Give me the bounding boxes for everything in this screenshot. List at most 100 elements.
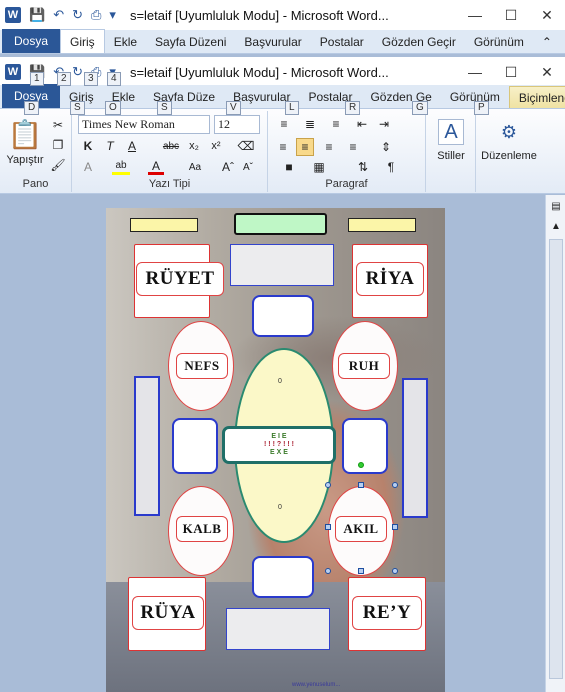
editing-button[interactable]: Düzenleme xyxy=(476,149,542,163)
document-page[interactable]: RÜYET RİYA NEFS RUH 0 0 E I E ! ! ! ? ! … xyxy=(106,208,445,692)
undo-icon[interactable]: ↶ xyxy=(53,7,64,23)
tab-dosya[interactable]: Dosya xyxy=(2,29,61,53)
resize-handle[interactable] xyxy=(325,568,331,574)
format-painter-icon[interactable]: 🖌 xyxy=(50,157,66,173)
tab-sayfa-duzeni[interactable]: Sayfa Düzeni xyxy=(146,31,235,53)
numbering-icon[interactable]: ≣ xyxy=(300,116,320,132)
superscript-icon[interactable]: x² xyxy=(208,138,224,154)
rotation-handle[interactable] xyxy=(358,462,364,468)
label-ruya[interactable]: RÜYA xyxy=(132,596,204,630)
footer-link[interactable]: www.yenuselum... xyxy=(292,682,340,688)
align-left-icon[interactable]: ≡ xyxy=(274,138,292,156)
scroll-up-icon[interactable]: ▲ xyxy=(549,221,563,235)
label-riya[interactable]: RİYA xyxy=(356,262,424,296)
vertical-scrollbar[interactable]: ▤ ▲ xyxy=(545,195,565,692)
ruler-toggle-icon[interactable]: ▤ xyxy=(549,201,563,215)
paste-icon[interactable]: 📋 xyxy=(8,117,43,151)
align-right-icon[interactable]: ≡ xyxy=(320,138,338,156)
minimize-button-2[interactable]: — xyxy=(457,57,493,87)
change-case-icon[interactable]: Aa xyxy=(184,159,206,175)
label-kalb[interactable]: KALB xyxy=(176,516,228,542)
grow-font-icon[interactable]: Aˆ xyxy=(220,159,236,175)
collapse-ribbon-icon[interactable]: ⌃ xyxy=(533,31,561,53)
text-effects-icon[interactable]: A xyxy=(80,159,96,175)
tab-gorunum[interactable]: Görünüm xyxy=(465,31,533,53)
resize-handle[interactable] xyxy=(325,482,331,488)
bold-icon[interactable]: K xyxy=(80,138,96,154)
word-app-icon-2[interactable]: W xyxy=(5,64,21,80)
resize-handle[interactable] xyxy=(325,524,331,530)
label-akil[interactable]: AKIL xyxy=(335,516,387,542)
bullets-icon[interactable]: ≡ xyxy=(274,116,294,132)
save-icon[interactable]: 💾 xyxy=(29,7,45,23)
tab-basvurular[interactable]: Başvurular xyxy=(235,31,310,53)
group-label-paragraf: Paragraf xyxy=(325,178,368,190)
bottom-gray-box[interactable] xyxy=(226,608,330,650)
font-size-combo[interactable]: 12 xyxy=(214,115,260,134)
word-app-icon[interactable]: W xyxy=(5,7,21,23)
tab-gozden-gecir[interactable]: Gözden Geçir xyxy=(373,31,465,53)
left-vertical-bar[interactable] xyxy=(134,376,160,516)
close-button[interactable]: ✕ xyxy=(529,0,565,30)
left-mid-box[interactable] xyxy=(172,418,218,474)
resize-handle[interactable] xyxy=(358,568,364,574)
tab-bicimlendir[interactable]: Biçimlendir xyxy=(508,86,565,108)
tab-postalar[interactable]: Postalar xyxy=(311,31,373,53)
right-vertical-bar[interactable] xyxy=(402,378,428,518)
top-green-box[interactable] xyxy=(234,213,327,235)
top-blue-box[interactable] xyxy=(252,295,314,337)
subscript-icon[interactable]: x₂ xyxy=(186,138,202,154)
highlight-icon[interactable]: ab xyxy=(112,159,130,175)
show-marks-icon[interactable]: ¶ xyxy=(382,159,400,175)
styles-icon[interactable]: A xyxy=(438,119,464,145)
font-color-icon[interactable]: A xyxy=(148,159,164,175)
label-ruyet[interactable]: RÜYET xyxy=(136,262,224,296)
tab-ekle[interactable]: Ekle xyxy=(105,31,146,53)
decrease-indent-icon[interactable]: ⇤ xyxy=(354,116,370,132)
group-duzenleme: ⚙ Düzenleme xyxy=(476,111,542,192)
tab-giris[interactable]: Giriş xyxy=(60,29,105,53)
line-spacing-icon[interactable]: ⇕ xyxy=(376,138,396,156)
redo-icon[interactable]: ↻ xyxy=(72,7,83,23)
resize-handle[interactable] xyxy=(392,524,398,530)
cut-icon[interactable]: ✂ xyxy=(50,117,66,133)
borders-icon[interactable]: ▦ xyxy=(310,159,328,175)
increase-indent-icon[interactable]: ⇥ xyxy=(376,116,392,132)
paste-button[interactable]: Yapıştır xyxy=(2,153,48,167)
shading-icon[interactable]: ■ xyxy=(280,159,298,175)
customize-qat-icon[interactable]: ▾ xyxy=(109,7,116,23)
resize-handle[interactable] xyxy=(358,482,364,488)
redo-icon-2[interactable]: ↻ xyxy=(72,64,83,80)
print-icon[interactable]: ⎙ xyxy=(91,7,101,23)
tab-gozden-gecir-2[interactable]: Gözden Ge xyxy=(361,86,440,108)
label-rey[interactable]: RE’Y xyxy=(352,596,422,630)
minimize-button[interactable]: — xyxy=(457,0,493,30)
resize-handle[interactable] xyxy=(392,568,398,574)
underline-icon[interactable]: A xyxy=(124,138,140,154)
scroll-thumb[interactable] xyxy=(549,239,563,679)
right-mid-box[interactable] xyxy=(342,418,388,474)
shrink-font-icon[interactable]: Aˇ xyxy=(240,159,256,175)
maximize-button-2[interactable]: ☐ xyxy=(493,57,529,87)
close-button-2[interactable]: ✕ xyxy=(529,57,565,87)
help-icon[interactable]: ❓ xyxy=(561,31,565,53)
bottom-blue-box[interactable] xyxy=(252,556,314,598)
label-nefs[interactable]: NEFS xyxy=(176,353,228,379)
styles-button[interactable]: Stiller xyxy=(428,149,474,163)
clear-format-icon[interactable]: ⌫ xyxy=(238,138,255,154)
maximize-button[interactable]: ☐ xyxy=(493,0,529,30)
align-center-icon[interactable]: ≡ xyxy=(296,138,314,156)
italic-icon[interactable]: T xyxy=(102,138,118,154)
resize-handle[interactable] xyxy=(392,482,398,488)
label-ruh[interactable]: RUH xyxy=(338,353,390,379)
strikethrough-icon[interactable]: abc xyxy=(160,138,182,154)
copy-icon[interactable]: ❐ xyxy=(50,137,66,153)
font-name-combo[interactable]: Times New Roman xyxy=(78,115,210,134)
keytip: P xyxy=(474,101,489,115)
top-gray-box[interactable] xyxy=(230,244,334,286)
binoculars-icon[interactable]: ⚙ xyxy=(496,119,522,145)
justify-icon[interactable]: ≡ xyxy=(344,138,362,156)
multilevel-list-icon[interactable]: ≡ xyxy=(326,116,346,132)
center-text-box[interactable]: E I E ! ! ! ? ! ! ! E X E xyxy=(222,426,336,464)
sort-icon[interactable]: ⇅ xyxy=(354,159,372,175)
